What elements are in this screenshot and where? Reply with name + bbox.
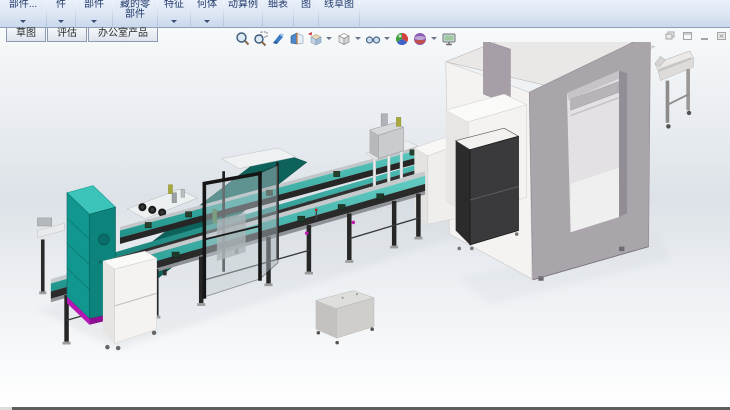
- exit-conveyor[interactable]: [655, 51, 694, 129]
- graphics-viewport[interactable]: [0, 28, 730, 407]
- display-style-icon[interactable]: [335, 30, 352, 47]
- gray-floor-box[interactable]: [316, 291, 374, 345]
- command-manager-ribbon: 部件... 件 部件 藏的零 部件 特征 何体 动算例 细表 图 线草图: [0, 0, 730, 28]
- tab-office-products[interactable]: 办公室产品: [88, 28, 158, 42]
- view-orientation-icon[interactable]: [306, 30, 323, 47]
- edit-appearance-icon[interactable]: [393, 30, 410, 47]
- dropdown-caret-icon: [91, 20, 97, 23]
- ribbon-button-reference-geometry[interactable]: 何体: [191, 0, 223, 27]
- tab-evaluate[interactable]: 评估: [47, 28, 87, 42]
- dropdown-caret-icon[interactable]: [326, 37, 332, 40]
- black-cabinet[interactable]: [456, 128, 519, 250]
- zoom-to-area-icon[interactable]: [252, 30, 269, 47]
- view-settings-icon[interactable]: [440, 30, 457, 47]
- previous-view-icon[interactable]: [270, 30, 287, 47]
- ribbon-button-mate[interactable]: 件: [47, 0, 75, 27]
- ribbon-separator: [359, 1, 360, 26]
- dropdown-caret-icon[interactable]: [355, 37, 361, 40]
- ribbon-button-show-hidden-components[interactable]: 藏的零 部件: [113, 0, 157, 27]
- dropdown-caret-icon: [204, 20, 210, 23]
- dropdown-caret-icon: [171, 20, 177, 23]
- window-restore-icon[interactable]: [665, 31, 676, 41]
- cad-model[interactable]: [0, 42, 730, 410]
- ribbon-button-exploded-view[interactable]: 图: [294, 0, 318, 27]
- tab-sketch[interactable]: 草图: [6, 28, 46, 42]
- dropdown-caret-icon[interactable]: [431, 37, 437, 40]
- dropdown-caret-icon: [58, 20, 64, 23]
- ribbon-button-move-component[interactable]: 部件: [76, 0, 112, 27]
- window-maximize-icon[interactable]: [682, 31, 693, 41]
- hide-show-items-icon[interactable]: [364, 30, 381, 47]
- section-view-icon[interactable]: [288, 30, 305, 47]
- document-window-controls: [665, 31, 727, 41]
- apply-scene-icon[interactable]: [411, 30, 428, 47]
- dropdown-caret-icon[interactable]: [384, 37, 390, 40]
- heads-up-view-toolbar: [234, 30, 457, 47]
- ribbon-button-bill-of-materials[interactable]: 细表: [263, 0, 293, 27]
- ribbon-button-insert-components[interactable]: 部件...: [0, 0, 46, 27]
- ribbon-button-assembly-features[interactable]: 特征: [158, 0, 190, 27]
- ribbon-button-motion-study[interactable]: 动算例: [224, 0, 262, 27]
- ribbon-button-explode-line-sketch[interactable]: 线草图: [319, 0, 359, 27]
- window-minimize-icon[interactable]: [699, 31, 710, 41]
- dropdown-caret-icon: [20, 20, 26, 23]
- zoom-to-fit-icon[interactable]: [234, 30, 251, 47]
- command-manager-tabs: 草图 评估 办公室产品: [6, 28, 159, 42]
- window-close-icon[interactable]: [716, 31, 727, 41]
